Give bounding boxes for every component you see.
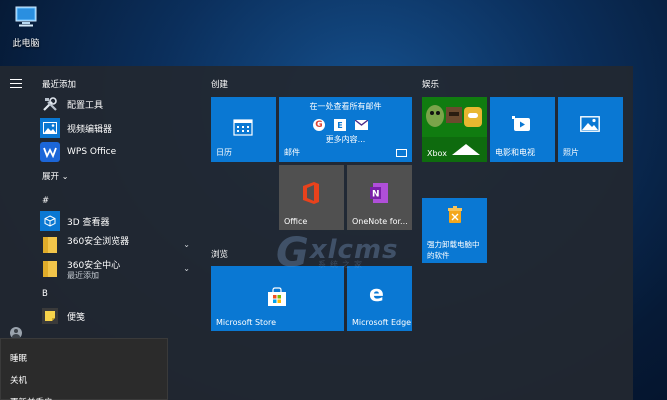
power-restart[interactable]: 更新并重启	[10, 396, 53, 400]
onenote-icon: N	[370, 183, 388, 203]
group-header-hash[interactable]: #	[42, 196, 49, 206]
google-icon: G	[313, 119, 325, 131]
group-title-play[interactable]: 娱乐	[422, 78, 439, 90]
chevron-down-icon: ⌄	[61, 172, 69, 181]
tools-icon	[40, 94, 60, 114]
tile-label: 电影和电视	[495, 148, 535, 157]
folder-icon	[40, 235, 60, 255]
tile-label: 邮件	[284, 148, 300, 157]
desktop-icon-label: 此电脑	[12, 39, 40, 49]
folder-icon	[40, 259, 60, 279]
edge-icon: e	[369, 282, 384, 307]
calendar-icon	[233, 119, 253, 136]
group-title-create[interactable]: 创建	[211, 78, 228, 90]
app-item-sticky-notes[interactable]: 便笺	[40, 305, 198, 327]
chevron-down-icon[interactable]: ⌄	[183, 240, 190, 249]
app-item-video-editor[interactable]: 视频编辑器	[40, 117, 198, 139]
tile-uninstaller[interactable]: 强力卸载电脑中的软件	[422, 198, 487, 263]
watermark-sub: 系统之家	[318, 260, 366, 269]
mail-tile-more: 更多内容...	[325, 135, 366, 144]
photos-icon	[40, 118, 60, 138]
mail-badge-icon	[396, 149, 407, 157]
expand-toggle[interactable]: 展开 ⌄	[42, 170, 68, 182]
expand-label: 展开	[42, 172, 60, 182]
tile-label: 日历	[216, 148, 232, 157]
tile-movies-tv[interactable]: 电影和电视	[490, 97, 555, 162]
tile-mail[interactable]: 在一处查看所有邮件 G E 更多内容... 邮件	[279, 97, 412, 162]
office-icon	[303, 182, 319, 204]
app-item-wps-office[interactable]: WPS Office	[40, 141, 198, 163]
wps-icon	[40, 142, 60, 162]
tile-label: Microsoft Edge	[352, 318, 412, 327]
computer-icon	[15, 6, 37, 27]
svg-text:N: N	[372, 190, 380, 200]
app-item-label: 3D 查看器	[67, 217, 110, 228]
app-item-360-browser[interactable]: 360安全浏览器 ⌄	[40, 234, 198, 256]
sticky-notes-icon	[40, 306, 60, 326]
photo-icon	[580, 116, 600, 132]
tile-label: Xbox	[427, 149, 447, 158]
start-menu: 最近添加 配置工具 视频编辑器 WPS Office 展开 ⌄ # 3D 查看器…	[0, 66, 633, 400]
desktop-icon-this-pc[interactable]: 此电脑	[6, 4, 46, 49]
store-icon	[268, 287, 286, 306]
app-item-config-tool[interactable]: 配置工具	[40, 93, 198, 115]
app-item-sublabel: 最近添加	[67, 271, 99, 280]
hamburger-menu-icon[interactable]	[10, 79, 22, 88]
mail-tile-header: 在一处查看所有邮件	[309, 102, 382, 111]
uninstaller-icon	[448, 206, 462, 223]
watermark-g: G	[276, 230, 310, 276]
tile-label: 强力卸载电脑中的软件	[427, 240, 480, 260]
3d-viewer-icon	[40, 211, 60, 231]
tile-calendar[interactable]: 日历	[211, 97, 276, 162]
app-item-label: 视频编辑器	[67, 124, 113, 135]
app-item-label: 便笺	[67, 312, 86, 323]
app-item-label: WPS Office	[67, 147, 117, 157]
tile-photos[interactable]: 照片	[558, 97, 623, 162]
tile-microsoft-edge[interactable]: e Microsoft Edge	[347, 266, 412, 331]
power-shutdown[interactable]: 关机	[10, 374, 27, 386]
power-sleep[interactable]: 睡眠	[10, 352, 27, 364]
tile-xbox[interactable]: Xbox	[422, 97, 487, 162]
app-item-label: 配置工具	[67, 100, 104, 111]
group-title-browse[interactable]: 浏览	[211, 248, 228, 260]
tile-office[interactable]: Office	[279, 165, 344, 230]
mail-provider-icons: G E	[313, 119, 368, 131]
tile-onenote[interactable]: N OneNote for...	[347, 165, 412, 230]
envelope-icon	[355, 120, 368, 130]
tile-label: Microsoft Store	[216, 318, 277, 327]
app-item-label: 360安全浏览器	[67, 237, 130, 247]
recent-header: 最近添加	[42, 80, 77, 90]
exchange-icon: E	[334, 119, 346, 131]
chevron-down-icon[interactable]: ⌄	[183, 264, 190, 273]
tile-label: 照片	[563, 148, 579, 157]
power-menu: 睡眠 关机 更新并重启	[0, 338, 168, 400]
app-item-3d-viewer[interactable]: 3D 查看器	[40, 210, 198, 232]
film-icon	[512, 116, 530, 131]
group-header-b[interactable]: B	[42, 289, 48, 299]
app-item-360-security[interactable]: 360安全中心 最近添加 ⌄	[40, 258, 198, 280]
